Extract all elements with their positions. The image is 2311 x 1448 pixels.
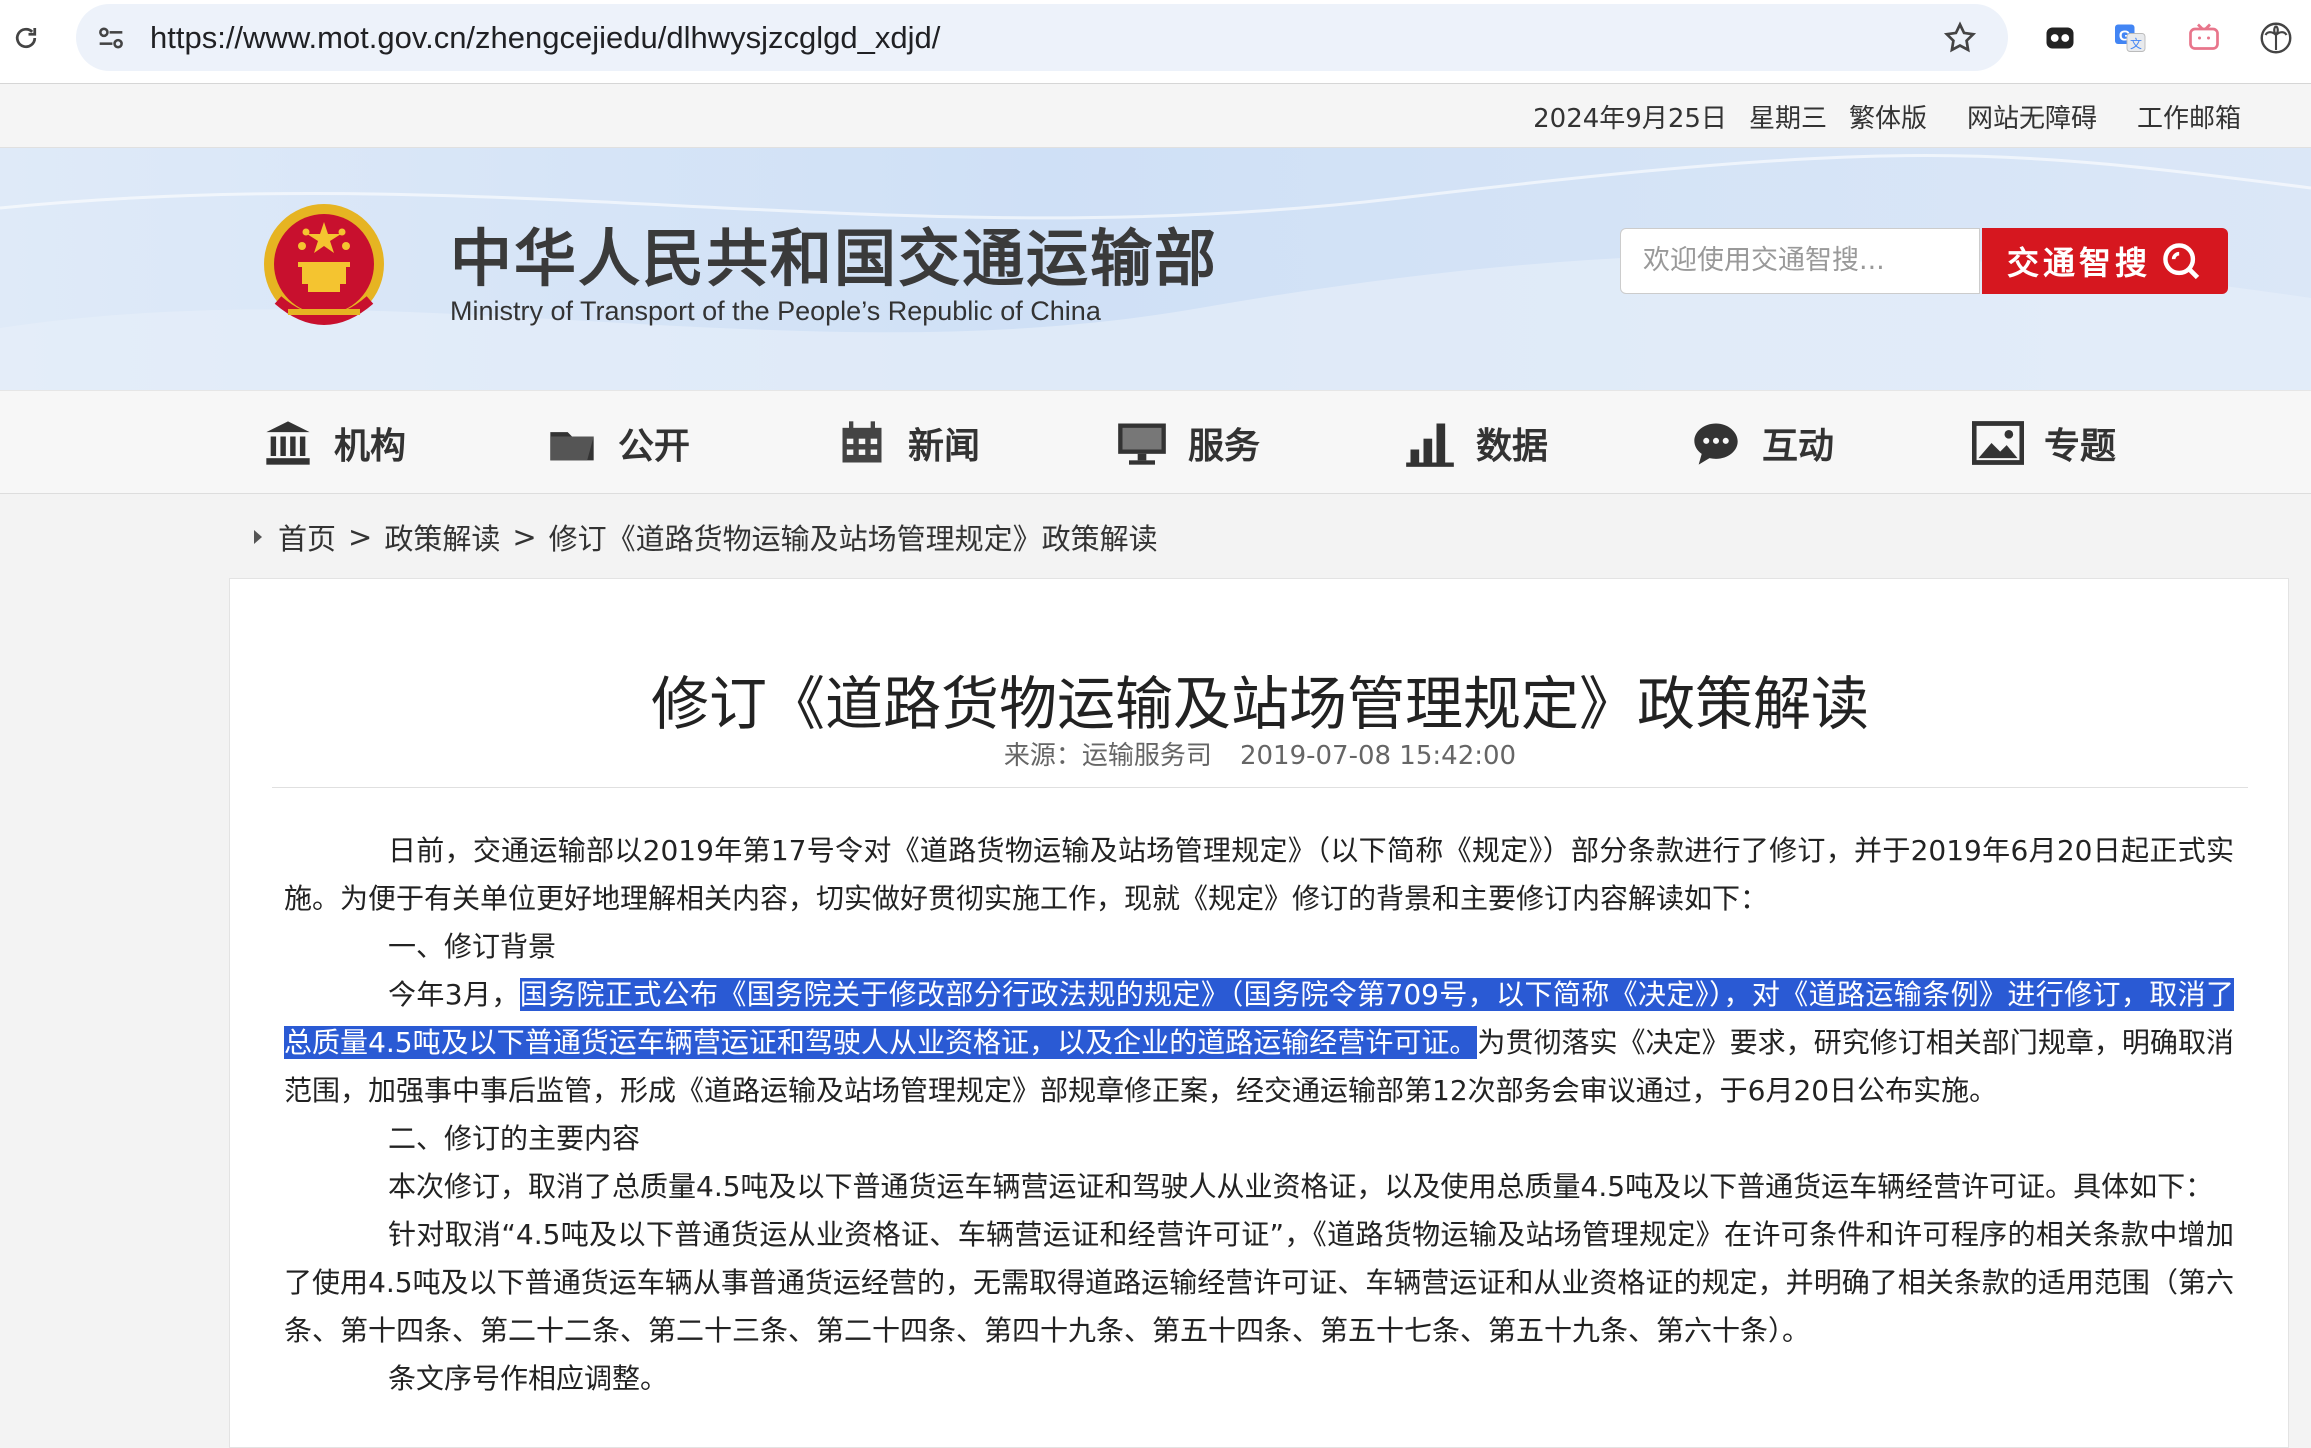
title-divider [272,787,2248,788]
bar-chart-icon [1406,423,1454,467]
breadcrumb-arrow-icon [254,530,262,544]
site-search-input[interactable]: 欢迎使用交通智搜... [1620,228,1980,294]
current-date: 2024年9月25日 [1533,104,1727,134]
folder-icon [550,432,594,461]
breadcrumb-section[interactable]: 政策解读 [384,516,500,558]
nav-item-data[interactable]: 数据 [1404,413,1548,473]
calendar-icon [842,421,882,463]
extension-palm-icon[interactable] [2256,18,2296,58]
site-title-english: Ministry of Transport of the People’s Re… [450,296,1101,326]
extension-translate-icon[interactable]: G文 [2110,18,2150,58]
top-info-bar: 2024年9月25日 星期三 繁体版 网站无障碍 工作邮箱 [0,84,2311,148]
nav-item-label: 互动 [1762,426,1835,467]
nav-item-interaction[interactable]: 互动 [1690,413,1834,473]
header-banner: 中华人民共和国交通运输部 Ministry of Transport of th… [0,148,2311,390]
address-bar[interactable]: https://www.mot.gov.cn/zhengcejiedu/dlhw… [76,4,2008,71]
article-paragraph: 条文序号作相应调整。 [388,1362,669,1395]
article-body: 日前，交通运输部以2019年第17号令对《道路货物运输及站场管理规定》（以下简称… [284,827,2234,1403]
article-paragraph: 本次修订，取消了总质量4.5吨及以下普通货运车辆营运证和驾驶人从业资格证，以及使… [388,1170,2214,1203]
extension-tv-icon[interactable] [2184,18,2224,58]
article-title: 修订《道路货物运输及站场管理规定》政策解读 [650,670,1869,738]
nav-item-label: 机构 [334,426,407,467]
breadcrumb: 首页 > 政策解读 > 修订《道路货物运输及站场管理规定》政策解读 [254,516,1158,558]
nav-item-label: 服务 [1188,426,1261,467]
browser-toolbar: https://www.mot.gov.cn/zhengcejiedu/dlhw… [0,0,2311,84]
institution-icon [266,421,310,465]
extension-mask-icon[interactable] [2040,18,2080,58]
search-icon [2163,243,2200,280]
nav-item-topics[interactable]: 专题 [1972,413,2116,473]
nav-item-label: 专题 [2044,426,2117,467]
bookmark-star-icon[interactable] [1942,20,1978,56]
image-icon [1972,421,2024,465]
nav-item-public[interactable]: 公开 [546,413,690,473]
breadcrumb-separator: > [348,520,373,554]
article-paragraph: 日前，交通运输部以2019年第17号令对《道路货物运输及站场管理规定》（以下简称… [284,834,2234,915]
national-emblem-icon [258,200,390,336]
paragraph-lead: 今年3月， [388,978,520,1011]
svg-text:文: 文 [2130,36,2142,51]
chat-icon [1694,423,1738,465]
reload-icon[interactable] [8,20,44,56]
breadcrumb-home[interactable]: 首页 [278,516,336,558]
url-text[interactable]: https://www.mot.gov.cn/zhengcejiedu/dlhw… [150,20,940,56]
section-heading: 一、修订背景 [388,930,557,963]
section-heading: 二、修订的主要内容 [388,1122,641,1155]
site-search-button[interactable]: 交通智搜 [1982,228,2228,294]
nav-item-label: 新闻 [908,426,981,467]
nav-item-service[interactable]: 服务 [1116,413,1260,473]
nav-item-news[interactable]: 新闻 [836,413,980,473]
traditional-chinese-link[interactable]: 繁体版 [1849,98,1927,135]
article-card: 修订《道路货物运输及站场管理规定》政策解读 来源：运输服务司 2019-07-08… [229,578,2289,1448]
work-mail-link[interactable]: 工作邮箱 [2137,98,2241,135]
nav-item-label: 公开 [618,426,691,467]
article-source: 来源：运输服务司 [1003,741,1212,771]
article-paragraph: 针对取消“4.5吨及以下普通货运从业资格证、车辆营运证和经营许可证”，《道路货物… [284,1218,2234,1347]
breadcrumb-current: 修订《道路货物运输及站场管理规定》政策解读 [548,522,1158,556]
article-datetime: 2019-07-08 15:42:00 [1239,741,1517,771]
monitor-icon [1118,423,1166,465]
search-button-label: 交通智搜 [2006,244,2151,282]
accessibility-link[interactable]: 网站无障碍 [1967,98,2097,135]
main-navigation: 机构 公开 新闻 服务 数据 互动 专题 [0,390,2311,494]
breadcrumb-separator: > [512,520,537,554]
article-meta: 来源：运输服务司 2019-07-08 15:42:00 [230,735,2290,772]
site-title-chinese: 中华人民共和国交通运输部 [450,222,1219,295]
nav-item-label: 数据 [1476,426,1549,467]
nav-item-institution[interactable]: 机构 [262,413,406,473]
site-settings-icon[interactable] [94,21,128,55]
current-weekday: 星期三 [1748,104,1827,134]
article-paragraph: 今年3月，国务院正式公布《国务院关于修改部分行政法规的规定》（国务院令第709号… [284,971,2234,1115]
